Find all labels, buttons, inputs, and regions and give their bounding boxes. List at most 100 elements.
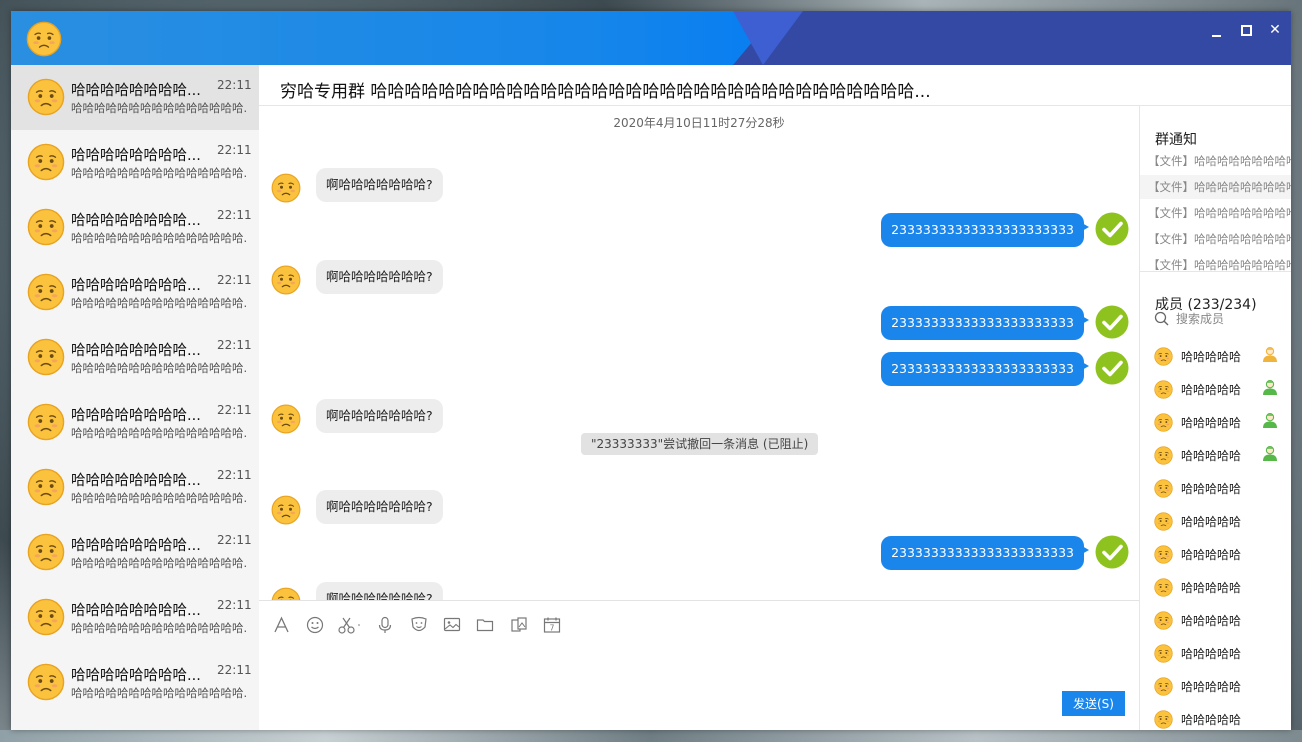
conversation-name: 哈哈哈哈哈哈哈哈...: [71, 343, 201, 359]
conversation-name: 哈哈哈哈哈哈哈哈...: [71, 668, 201, 684]
user-avatar[interactable]: [26, 21, 62, 57]
member-name: 哈哈哈哈哈: [1181, 350, 1242, 364]
conversation-preview: 哈哈哈哈哈哈哈哈哈哈哈哈哈哈哈...: [71, 491, 247, 505]
avatar: [27, 598, 65, 636]
message-bubble[interactable]: 啊哈哈哈哈哈哈哈?: [316, 168, 443, 202]
member-item[interactable]: 哈哈哈哈哈: [1140, 672, 1291, 705]
avatar[interactable]: [271, 173, 301, 203]
scissors-icon[interactable]: [337, 615, 363, 635]
conversation-name: 哈哈哈哈哈哈哈哈...: [71, 278, 201, 294]
avatar[interactable]: [271, 587, 301, 600]
avatar[interactable]: [271, 495, 301, 525]
message-bubble[interactable]: 23333333333333333333333: [881, 306, 1089, 340]
avatar-image: [271, 404, 301, 434]
maximize-button[interactable]: [1233, 18, 1259, 42]
conversation-time: 22:11: [217, 403, 252, 417]
sticker-icon[interactable]: [409, 615, 429, 635]
avatar-image: [27, 143, 65, 181]
member-item[interactable]: 哈哈哈哈哈: [1140, 705, 1291, 730]
conversation-item[interactable]: 哈哈哈哈哈哈哈哈... 22:11 哈哈哈哈哈哈哈哈哈哈哈哈哈哈哈...: [11, 390, 259, 455]
member-search[interactable]: [1154, 310, 1284, 330]
member-item[interactable]: 哈哈哈哈哈: [1140, 342, 1291, 375]
member-item[interactable]: 哈哈哈哈哈: [1140, 540, 1291, 573]
avatar-image: [1154, 413, 1173, 432]
message-list[interactable]: 2020年4月10日11时27分28秒 "23333333"尝试撤回一条消息 (…: [259, 106, 1139, 600]
avatar: [27, 338, 65, 376]
conversation-time: 22:11: [217, 533, 252, 547]
microphone-icon[interactable]: [375, 615, 395, 635]
conversation-item[interactable]: 哈哈哈哈哈哈哈哈... 22:11 哈哈哈哈哈哈哈哈哈哈哈哈哈哈哈...: [11, 325, 259, 390]
avatar-image: [1154, 644, 1173, 663]
avatar[interactable]: [271, 404, 301, 434]
emoji-icon[interactable]: [305, 615, 325, 635]
member-name: 哈哈哈哈哈: [1181, 680, 1242, 694]
read-check-icon: [1095, 212, 1129, 250]
avatar: [1154, 677, 1173, 696]
member-item[interactable]: 哈哈哈哈哈: [1140, 408, 1291, 441]
send-button[interactable]: 发送(S): [1062, 691, 1125, 716]
conversation-item[interactable]: 哈哈哈哈哈哈哈哈... 22:11 哈哈哈哈哈哈哈哈哈哈哈哈哈哈哈...: [11, 455, 259, 520]
message-bubble[interactable]: 23333333333333333333333: [881, 536, 1089, 570]
message-bubble[interactable]: 啊哈哈哈哈哈哈哈?: [316, 260, 443, 294]
conversation-item[interactable]: 哈哈哈哈哈哈哈哈... 22:11 哈哈哈哈哈哈哈哈哈哈哈哈哈哈哈...: [11, 195, 259, 260]
notice-item[interactable]: 【文件】哈哈哈哈哈哈哈哈哈: [1140, 227, 1291, 251]
minimize-button[interactable]: [1204, 18, 1230, 42]
notice-item[interactable]: 【文件】哈哈哈哈哈哈哈哈哈: [1140, 149, 1291, 173]
avatar-image: [271, 587, 301, 600]
image-icon[interactable]: [442, 615, 462, 635]
avatar-image: [27, 468, 65, 506]
member-item[interactable]: 哈哈哈哈哈: [1140, 573, 1291, 606]
avatar-image: [27, 273, 65, 311]
member-item[interactable]: 哈哈哈哈哈: [1140, 474, 1291, 507]
member-item[interactable]: 哈哈哈哈哈: [1140, 639, 1291, 672]
chat-header: 穷哈专用群 哈哈哈哈哈哈哈哈哈哈哈哈哈哈哈哈哈哈哈哈哈哈哈哈哈哈哈哈哈哈哈哈..…: [259, 65, 1291, 106]
notice-item[interactable]: 【文件】哈哈哈哈哈哈哈哈哈: [1140, 201, 1291, 225]
conversation-time: 22:11: [217, 143, 252, 157]
conversation-item[interactable]: 哈哈哈哈哈哈哈哈... 22:11 哈哈哈哈哈哈哈哈哈哈哈哈哈哈哈...: [11, 585, 259, 650]
conversation-item[interactable]: 哈哈哈哈哈哈哈哈... 22:11 哈哈哈哈哈哈哈哈哈哈哈哈哈哈哈...: [11, 520, 259, 585]
conversation-name: 哈哈哈哈哈哈哈哈...: [71, 408, 201, 424]
message-bubble[interactable]: 23333333333333333333333: [881, 352, 1089, 386]
conversation-item[interactable]: 哈哈哈哈哈哈哈哈... 22:11 哈哈哈哈哈哈哈哈哈哈哈哈哈哈哈...: [11, 650, 259, 715]
gallery-icon[interactable]: [509, 615, 529, 635]
notice-item[interactable]: 【文件】哈哈哈哈哈哈哈哈哈: [1140, 253, 1291, 277]
avatar: [1154, 446, 1173, 465]
message-bubble[interactable]: 啊哈哈哈哈哈哈哈?: [316, 582, 443, 600]
conversation-preview: 哈哈哈哈哈哈哈哈哈哈哈哈哈哈哈...: [71, 621, 247, 635]
folder-icon[interactable]: [475, 615, 495, 635]
svg-text:7: 7: [550, 624, 555, 633]
close-button[interactable]: ✕: [1262, 18, 1288, 42]
conversation-item[interactable]: 哈哈哈哈哈哈哈哈... 22:11 哈哈哈哈哈哈哈哈哈哈哈哈哈哈哈...: [11, 65, 259, 130]
font-icon[interactable]: [272, 615, 292, 635]
avatar-image: [1154, 479, 1173, 498]
conversation-list[interactable]: 哈哈哈哈哈哈哈哈... 22:11 哈哈哈哈哈哈哈哈哈哈哈哈哈哈哈... 哈哈哈哈哈哈…: [11, 65, 259, 730]
conversation-item[interactable]: 哈哈哈哈哈哈哈哈... 22:11 哈哈哈哈哈哈哈哈哈哈哈哈哈哈哈...: [11, 130, 259, 195]
conversation-time: 22:11: [217, 468, 252, 482]
message-bubble[interactable]: 啊哈哈哈哈哈哈哈?: [316, 399, 443, 433]
admin-badge-icon: [1261, 411, 1279, 433]
member-search-input[interactable]: [1176, 310, 1276, 328]
avatar-image: [27, 403, 65, 441]
message-bubble[interactable]: 啊哈哈哈哈哈哈哈?: [316, 490, 443, 524]
avatar: [1154, 710, 1173, 729]
member-name: 哈哈哈哈哈: [1181, 647, 1242, 661]
notice-item[interactable]: 【文件】哈哈哈哈哈哈哈哈哈: [1140, 175, 1291, 199]
avatar: [27, 533, 65, 571]
conversation-item[interactable]: 哈哈哈哈哈哈哈哈... 22:11 哈哈哈哈哈哈哈哈哈哈哈哈哈哈哈...: [11, 260, 259, 325]
member-name: 哈哈哈哈哈: [1181, 614, 1242, 628]
member-item[interactable]: 哈哈哈哈哈: [1140, 375, 1291, 408]
read-check-icon: [1095, 535, 1129, 573]
member-item[interactable]: 哈哈哈哈哈: [1140, 507, 1291, 540]
chat-title: 穷哈专用群 哈哈哈哈哈哈哈哈哈哈哈哈哈哈哈哈哈哈哈哈哈哈哈哈哈哈哈哈哈哈哈哈..…: [280, 82, 931, 102]
member-item[interactable]: 哈哈哈哈哈: [1140, 441, 1291, 474]
avatar: [27, 468, 65, 506]
conversation-name: 哈哈哈哈哈哈哈哈...: [71, 83, 201, 99]
member-item[interactable]: 哈哈哈哈哈: [1140, 606, 1291, 639]
avatar-image: [1154, 380, 1173, 399]
conversation-preview: 哈哈哈哈哈哈哈哈哈哈哈哈哈哈哈...: [71, 686, 247, 700]
avatar[interactable]: [271, 265, 301, 295]
conversation-time: 22:11: [217, 338, 252, 352]
message-bubble[interactable]: 23333333333333333333333: [881, 213, 1089, 247]
input-area[interactable]: 7 发送(S): [259, 600, 1139, 730]
calendar-icon[interactable]: 7: [542, 615, 562, 635]
